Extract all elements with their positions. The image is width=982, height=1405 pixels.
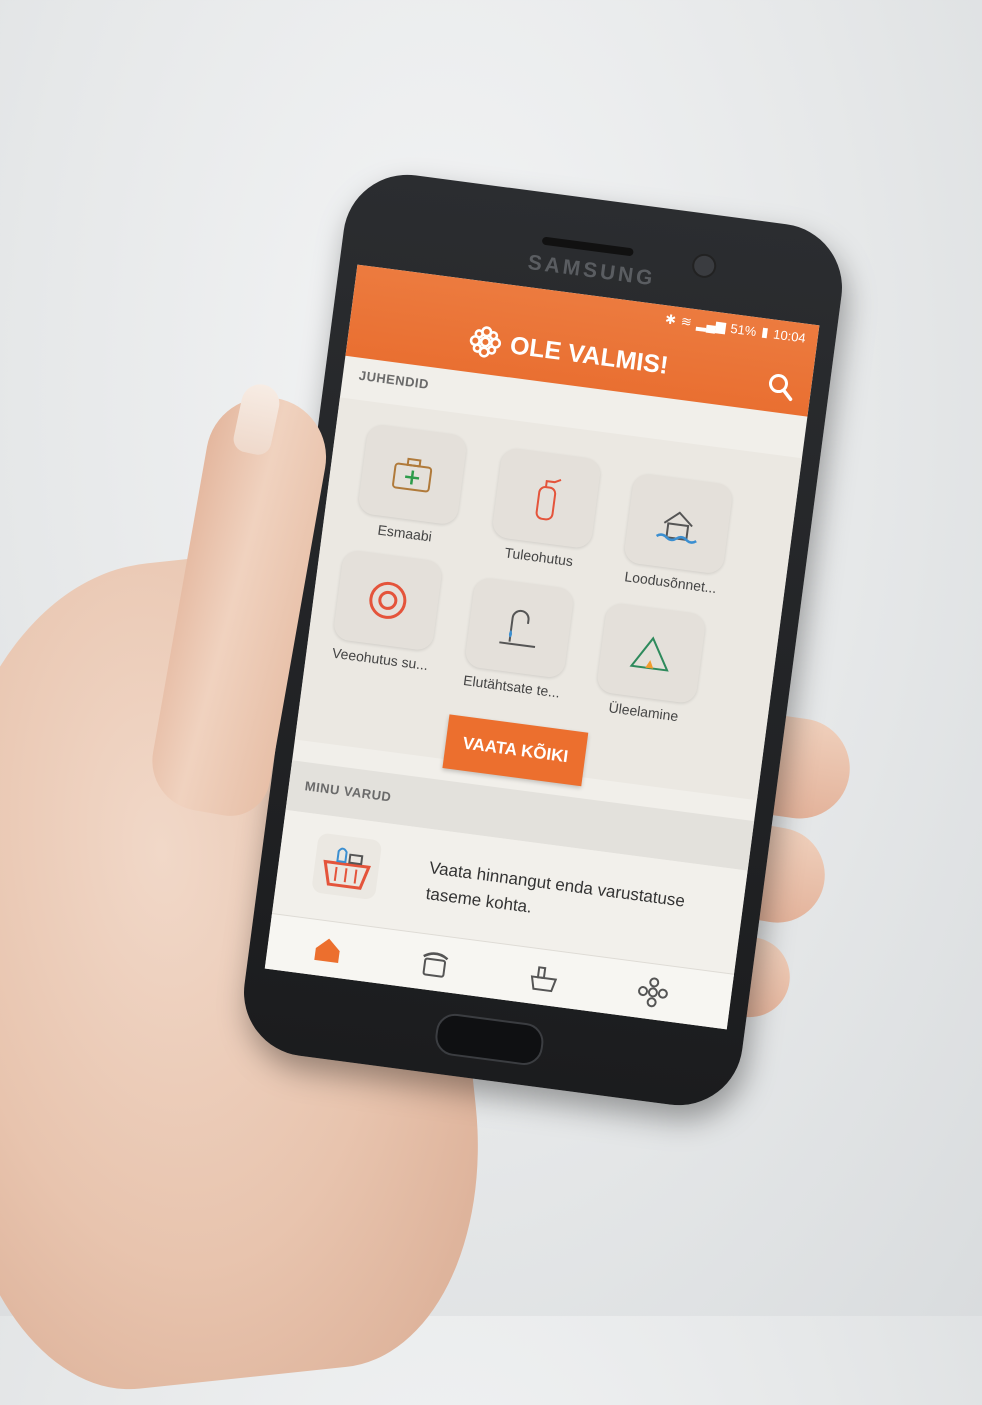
phone-icon[interactable]	[417, 946, 453, 982]
guide-tile-water-safety[interactable]	[332, 549, 444, 652]
water-tap-icon	[499, 609, 536, 649]
guides-section-title: JUHENDID	[358, 367, 430, 392]
battery-level: 51%	[729, 320, 758, 339]
guide-tile-first-aid[interactable]	[357, 423, 468, 526]
app-logo-icon	[469, 326, 502, 358]
supplies-description: Vaata hinnangut enda varustatuse taseme …	[424, 858, 687, 917]
home-hardware-button[interactable]	[433, 1011, 546, 1068]
fire-extinguisher-icon	[535, 479, 562, 521]
guide-tile-natural-disasters[interactable]	[622, 472, 734, 575]
first-aid-kit-icon	[392, 457, 433, 493]
app-title: OLE VALMIS!	[508, 331, 670, 380]
battery-icon: ▮	[760, 323, 770, 340]
guide-tile-fire-safety[interactable]	[491, 447, 602, 550]
tent-icon	[629, 636, 669, 672]
settings-icon[interactable]	[635, 974, 671, 1010]
wifi-icon: ≋	[680, 313, 693, 330]
home-icon[interactable]	[310, 932, 346, 968]
signal-icon: ▂▄▆	[695, 315, 727, 335]
bluetooth-icon: ✱	[664, 311, 678, 328]
status-bar: ✱ ≋ ▂▄▆ 51% ▮ 10:04	[664, 311, 807, 345]
clock: 10:04	[772, 326, 807, 346]
lifebuoy-icon	[369, 581, 407, 619]
basket-icon	[323, 847, 371, 890]
flooded-house-icon	[655, 511, 697, 544]
guide-tile-survival[interactable]	[595, 602, 707, 705]
search-icon[interactable]	[765, 371, 796, 402]
guide-tile-vital-services[interactable]	[463, 576, 575, 679]
app-screen: ✱ ≋ ▂▄▆ 51% ▮ 10:04 OLE VALMIS! JUHENDID…	[264, 264, 820, 1030]
supplies-icon-tile	[311, 832, 383, 901]
basket-icon[interactable]	[526, 960, 562, 996]
